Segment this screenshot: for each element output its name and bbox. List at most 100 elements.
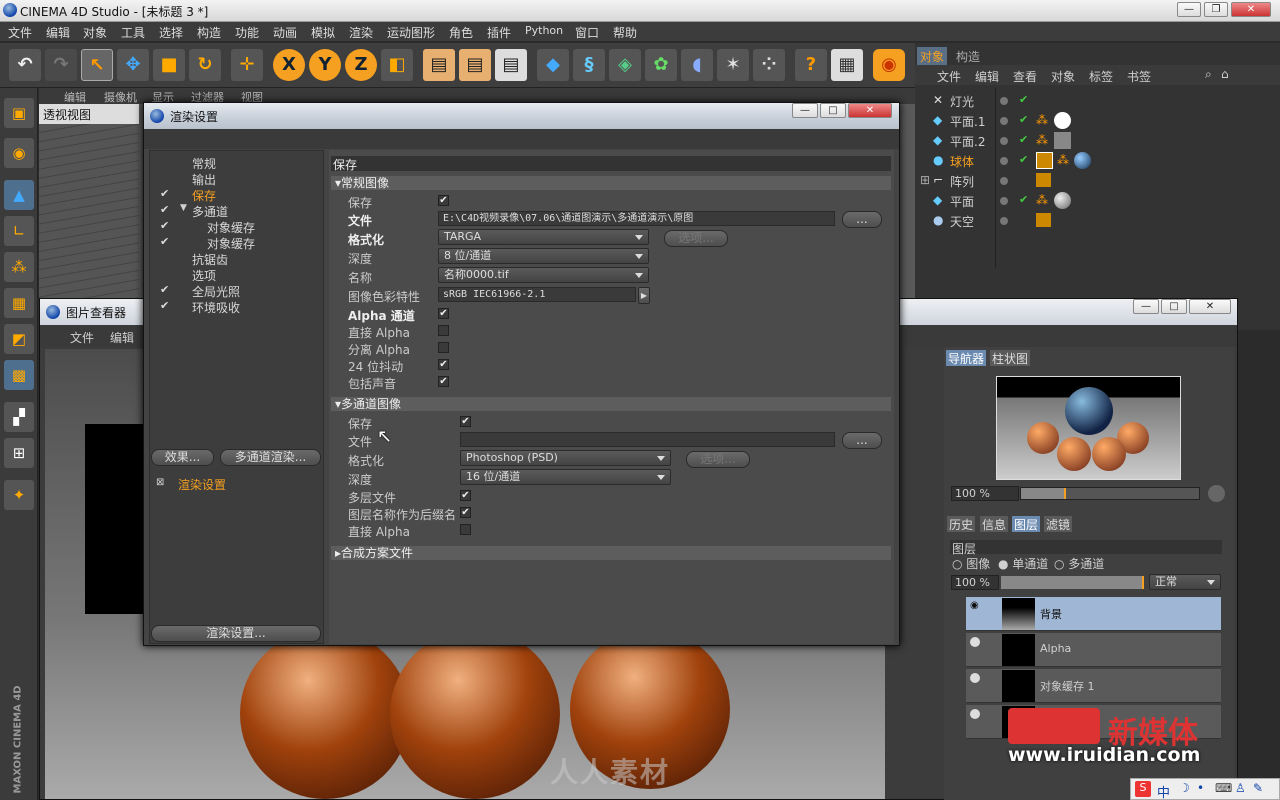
tab-info[interactable]: 信息 — [980, 516, 1009, 532]
keyboard-icon[interactable]: ⌨ — [1215, 781, 1232, 795]
zoom-field[interactable]: 100 % — [951, 486, 1019, 501]
mp-depth-dropdown[interactable]: 16 位/通道 — [460, 469, 671, 485]
settings-icon[interactable]: ✎ — [1253, 781, 1263, 795]
moon-icon[interactable]: ☽ — [1179, 781, 1190, 795]
zoom-slider[interactable] — [1020, 487, 1200, 500]
help-icon[interactable]: ? — [795, 49, 827, 81]
menu-simulate[interactable]: 模拟 — [311, 24, 335, 41]
viewport-menu-camera[interactable]: 摄像机 — [104, 89, 137, 105]
nav-general[interactable]: 常规 — [192, 155, 216, 172]
polygons-mode-icon[interactable]: ◩ — [4, 324, 34, 354]
object-row-sphere[interactable]: ● 球体 ✔ ⁂ — [918, 151, 1278, 171]
visibility-icon[interactable] — [970, 673, 980, 683]
effects-button[interactable]: 效果... — [151, 449, 214, 466]
uv-mode-icon[interactable]: ▩ — [4, 360, 34, 390]
edges-mode-icon[interactable]: ▦ — [4, 288, 34, 318]
scale-icon[interactable]: ■ — [153, 49, 185, 81]
om-menu-bookmarks[interactable]: 书签 — [1127, 68, 1151, 85]
opacity-field[interactable]: 100 % — [951, 575, 999, 590]
dialog-maximize-button[interactable]: □ — [820, 103, 846, 118]
nav-antialiasing[interactable]: 抗锯齿 — [192, 251, 228, 268]
layer-row-alpha[interactable]: Alpha — [966, 633, 1221, 667]
name-dropdown[interactable]: 名称0000.tif — [438, 267, 649, 283]
nav-save[interactable]: 保存 — [192, 187, 216, 204]
nav-output[interactable]: 输出 — [192, 171, 216, 188]
points-mode-icon[interactable]: ⁂ — [4, 252, 34, 282]
render-preset-item[interactable]: 渲染设置 — [178, 476, 226, 493]
layer-row-background[interactable]: ◉ 背景 — [966, 597, 1221, 631]
format-dropdown[interactable]: TARGA — [438, 229, 649, 245]
nav-multipass-checkbox[interactable]: ✔ — [160, 203, 169, 216]
pv-menu-file[interactable]: 文件 — [70, 329, 94, 346]
tab-navigator[interactable]: 导航器 — [946, 350, 987, 366]
edit-render-settings-icon[interactable]: ▤ — [495, 49, 527, 81]
dialog-minimize-button[interactable]: — — [792, 103, 818, 118]
multipass-render-button[interactable]: 多通道渲染... — [220, 449, 321, 466]
material-tag-icon[interactable] — [1054, 192, 1071, 209]
nav-multipass[interactable]: 多通道 — [192, 203, 228, 220]
ime-logo-icon[interactable]: S — [1135, 781, 1151, 797]
object-row-plane[interactable]: ◆ 平面 ✔ ⁂ — [918, 191, 1278, 211]
separate-alpha-checkbox[interactable] — [438, 342, 449, 353]
live-select-icon[interactable]: ✛ — [231, 49, 263, 81]
calculator-icon[interactable]: ▦ — [831, 49, 863, 81]
nav-object-buffer-2-checkbox[interactable]: ✔ — [160, 235, 169, 248]
menu-object[interactable]: 对象 — [83, 24, 107, 41]
menu-select[interactable]: 选择 — [159, 24, 183, 41]
nav-gi-checkbox[interactable]: ✔ — [160, 283, 169, 296]
tab-filters[interactable]: 滤镜 — [1044, 516, 1073, 532]
mp-options-button[interactable]: 选项... — [686, 451, 750, 468]
subdivision-icon[interactable]: ◈ — [609, 49, 641, 81]
tab-history[interactable]: 历史 — [947, 516, 976, 532]
visibility-icon[interactable] — [970, 709, 980, 719]
redo-icon[interactable]: ↷ — [45, 49, 77, 81]
cube-icon[interactable]: ◆ — [537, 49, 569, 81]
nav-ambient-occlusion[interactable]: 环境吸收 — [192, 299, 240, 316]
array-icon[interactable]: ✿ — [645, 49, 677, 81]
tab-layers[interactable]: 图层 — [1012, 516, 1041, 532]
snap-icon[interactable]: ⊞ — [4, 438, 34, 468]
tab-histogram[interactable]: 柱状图 — [990, 350, 1031, 366]
mp-format-dropdown[interactable]: Photoshop (PSD) — [460, 450, 671, 466]
pv-menu-edit[interactable]: 编辑 — [110, 329, 134, 346]
model-mode-icon[interactable]: ▣ — [4, 98, 34, 128]
menu-character[interactable]: 角色 — [449, 24, 473, 41]
texture-tag-icon[interactable] — [1036, 173, 1051, 187]
y-axis-icon[interactable]: Y — [309, 49, 341, 81]
menu-tools[interactable]: 工具 — [121, 24, 145, 41]
composite-project-section[interactable]: ▸合成方案文件 — [331, 546, 891, 560]
object-row-plane-2[interactable]: ◆ 平面.2 ✔ ⁂ — [918, 131, 1278, 151]
blend-mode-dropdown[interactable]: 正常 — [1149, 574, 1221, 590]
texture-tag-icon[interactable] — [1036, 213, 1051, 227]
menu-python[interactable]: Python — [525, 24, 563, 37]
expand-icon[interactable]: ⊞ — [920, 173, 930, 187]
nav-save-checkbox[interactable]: ✔ — [160, 187, 169, 200]
om-menu-edit[interactable]: 编辑 — [975, 68, 999, 85]
checker-icon[interactable]: ▞ — [4, 402, 34, 432]
format-options-button[interactable]: 选项... — [664, 230, 728, 247]
mp-file-browse-button[interactable]: ... — [842, 432, 882, 449]
menu-mograph[interactable]: 运动图形 — [387, 24, 435, 41]
object-row-sky[interactable]: ● 天空 — [918, 211, 1278, 231]
layer-mode-image[interactable]: ○ 图像 — [952, 555, 990, 572]
mp-save-checkbox[interactable]: ✔ — [460, 416, 471, 427]
menu-window[interactable]: 窗口 — [575, 24, 599, 41]
object-axis-icon[interactable]: ▲ — [4, 180, 34, 210]
texture-tag-icon[interactable] — [1036, 152, 1053, 169]
pv-minimize-button[interactable]: — — [1133, 299, 1159, 314]
tag-icon[interactable]: ⁂ — [1036, 133, 1048, 147]
menu-create[interactable]: 构造 — [197, 24, 221, 41]
ime-chinese-mode[interactable]: 中 — [1157, 782, 1170, 800]
rotate-icon[interactable]: ↻ — [189, 49, 221, 81]
user-icon[interactable]: ♙ — [1235, 781, 1246, 795]
object-row-light[interactable]: ✕ 灯光 ✔ — [918, 91, 1278, 111]
material-tag-icon[interactable] — [1054, 112, 1071, 129]
particles-icon[interactable]: ⁘ — [753, 49, 785, 81]
render-picture-viewer-icon[interactable]: ▤ — [459, 49, 491, 81]
z-axis-icon[interactable]: Z — [345, 49, 377, 81]
nav-object-buffer[interactable]: 对象缓存 — [207, 219, 255, 236]
deformer-icon[interactable]: ◖ — [681, 49, 713, 81]
color-profile-field[interactable]: sRGB IEC61966-2.1 — [438, 287, 636, 302]
sculpt-icon[interactable]: ✦ — [4, 480, 34, 510]
tag-icon[interactable]: ⁂ — [1036, 193, 1048, 207]
